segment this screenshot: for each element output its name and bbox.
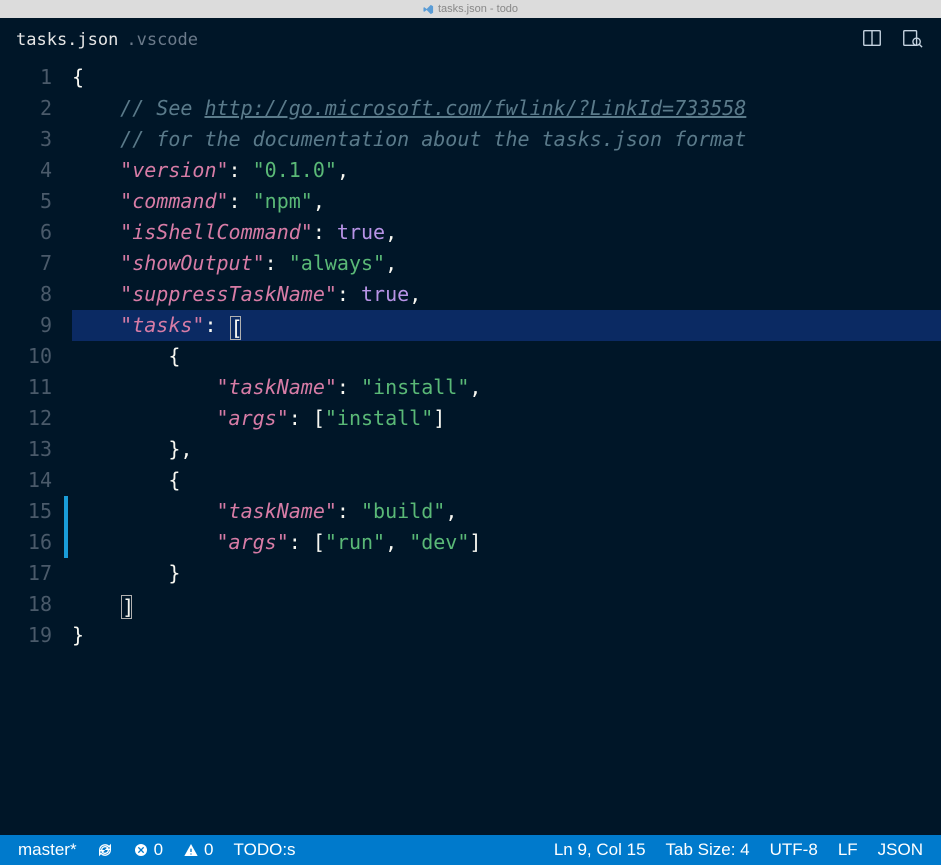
- sync-icon: [97, 842, 113, 858]
- doc-link[interactable]: http://go.microsoft.com/fwlink/?LinkId=7…: [204, 96, 746, 120]
- show-preview-icon[interactable]: [901, 27, 923, 53]
- eol[interactable]: LF: [828, 840, 868, 860]
- encoding[interactable]: UTF-8: [760, 840, 828, 860]
- warnings-count[interactable]: 0: [173, 840, 223, 860]
- cursor-position[interactable]: Ln 9, Col 15: [544, 840, 656, 860]
- editor-area[interactable]: 1234 5678 9101112 13141516 171819 { // S…: [0, 62, 941, 835]
- modified-indicator: [64, 496, 68, 558]
- bracket-match: ]: [121, 595, 132, 619]
- line-number-gutter: 1234 5678 9101112 13141516 171819: [0, 62, 72, 835]
- current-line: "tasks": [: [72, 310, 941, 341]
- git-branch[interactable]: master*: [8, 840, 87, 860]
- tabs-bar: tasks.json .vscode: [0, 18, 941, 62]
- vscode-icon: [423, 4, 434, 15]
- language-mode[interactable]: JSON: [868, 840, 933, 860]
- status-bar: master* 0 0 TODO:s Ln 9, Col 15 Tab Size…: [0, 835, 941, 865]
- warning-icon: [183, 842, 199, 858]
- split-editor-icon[interactable]: [861, 27, 883, 53]
- code-content[interactable]: { // See http://go.microsoft.com/fwlink/…: [72, 62, 941, 835]
- window-title: tasks.json - todo: [438, 3, 518, 15]
- errors-count[interactable]: 0: [123, 840, 173, 860]
- tab-directory: .vscode: [126, 30, 198, 50]
- tab-filename: tasks.json: [16, 30, 118, 50]
- tab-tasks-json[interactable]: tasks.json .vscode: [0, 20, 214, 60]
- tab-size[interactable]: Tab Size: 4: [656, 840, 760, 860]
- cursor: [: [230, 316, 241, 340]
- window-titlebar: tasks.json - todo: [0, 0, 941, 18]
- todos[interactable]: TODO:s: [224, 840, 306, 860]
- sync-button[interactable]: [87, 842, 123, 858]
- error-icon: [133, 842, 149, 858]
